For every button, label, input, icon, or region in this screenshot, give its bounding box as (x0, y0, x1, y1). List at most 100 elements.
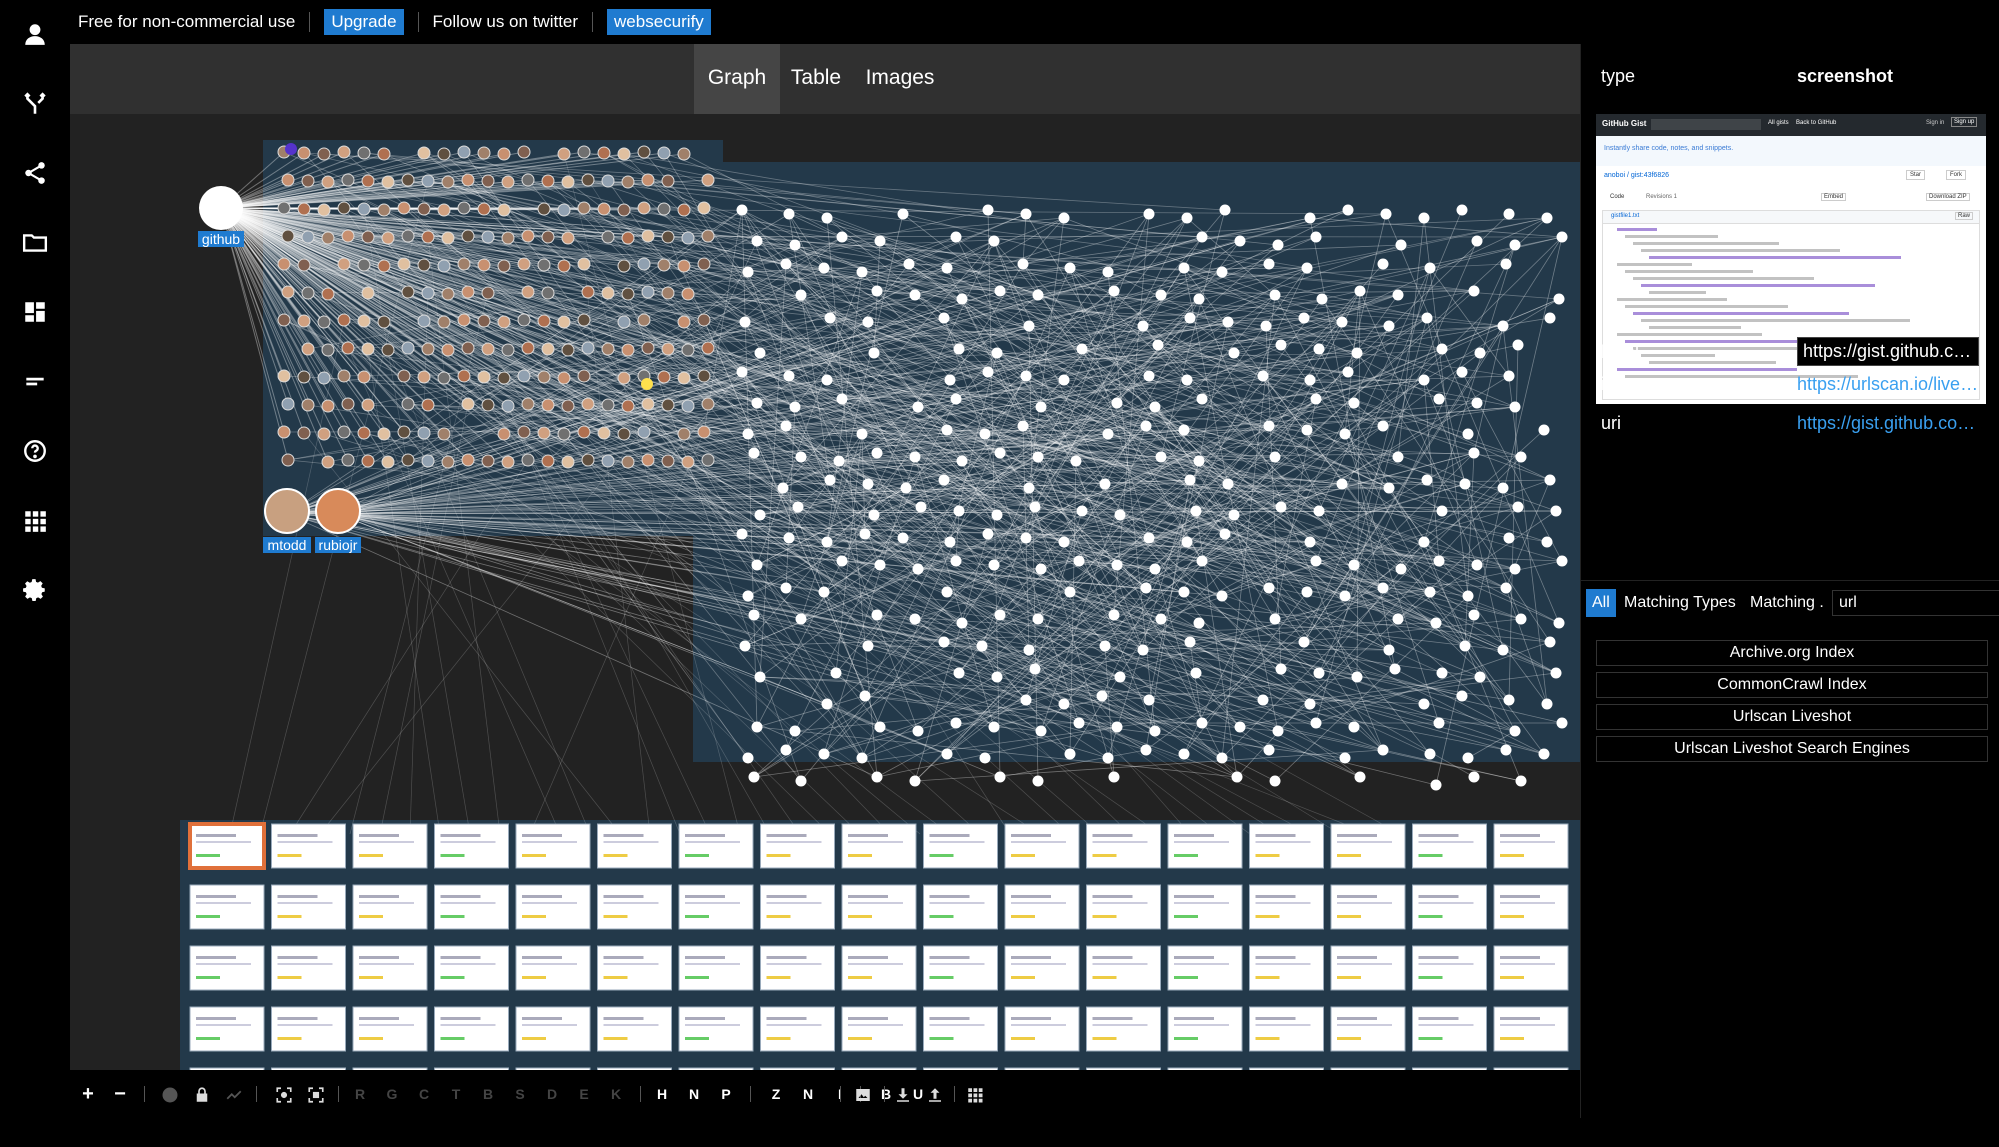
url-node[interactable] (1500, 582, 1512, 594)
avatar-node[interactable] (677, 259, 691, 273)
avatar-node[interactable] (601, 342, 615, 356)
avatar-node[interactable] (521, 397, 535, 411)
screenshot-thumbnail[interactable] (1167, 1006, 1243, 1052)
url-node[interactable] (950, 555, 962, 567)
url-node[interactable] (912, 563, 924, 575)
avatar-node[interactable] (541, 398, 555, 412)
url-node[interactable] (897, 532, 909, 544)
thumbnail-line[interactable] (603, 963, 659, 965)
url-node[interactable] (1348, 721, 1360, 733)
avatar-node[interactable] (337, 425, 351, 439)
avatar-node[interactable] (537, 314, 551, 328)
url-node[interactable] (1462, 590, 1474, 602)
avatar-node[interactable] (637, 257, 651, 271)
avatar-node[interactable] (457, 257, 471, 271)
toolbar-letter-button[interactable]: C (414, 1082, 434, 1106)
avatar-node[interactable] (437, 259, 451, 273)
url-node[interactable] (1474, 347, 1486, 359)
url-node[interactable] (1178, 262, 1190, 274)
avatar-node[interactable] (697, 369, 711, 383)
rubiojr-node[interactable] (315, 488, 361, 534)
url-node[interactable] (938, 636, 950, 648)
avatar-node[interactable] (621, 175, 635, 189)
screenshot-thumbnail[interactable] (1412, 945, 1487, 991)
url-node[interactable] (736, 204, 748, 216)
avatar-node[interactable] (377, 147, 391, 161)
screenshot-thumbnail[interactable] (1249, 823, 1324, 869)
url-node[interactable] (1140, 582, 1152, 594)
screenshot-thumbnail[interactable] (1086, 1006, 1161, 1052)
url-node[interactable] (871, 447, 883, 459)
thumbnail-line[interactable] (685, 854, 709, 857)
url-node[interactable] (903, 258, 915, 270)
thumbnail-line[interactable] (766, 902, 822, 904)
list-icon[interactable] (17, 363, 53, 399)
screenshot-thumbnail[interactable] (1004, 884, 1080, 930)
screenshot-thumbnail[interactable] (1493, 884, 1569, 930)
avatar-node[interactable] (637, 313, 651, 327)
avatar-node[interactable] (461, 453, 475, 467)
url-node[interactable] (1456, 204, 1468, 216)
thumbnail-line[interactable] (848, 1024, 903, 1026)
url-node[interactable] (1556, 231, 1568, 243)
avatar-node[interactable] (661, 454, 675, 468)
url-node[interactable] (1272, 725, 1284, 737)
thumbnail-line[interactable] (929, 1017, 970, 1020)
thumbnail-line[interactable] (603, 902, 659, 904)
thumbnail-line[interactable] (766, 854, 791, 857)
url-node[interactable] (1418, 536, 1430, 548)
url-node[interactable] (1383, 482, 1395, 494)
avatar-node[interactable] (361, 174, 375, 188)
url-node[interactable] (1035, 563, 1047, 575)
screenshot-thumbnail[interactable] (434, 1006, 509, 1052)
thumbnail-line[interactable] (1337, 915, 1361, 918)
avatar-node[interactable] (517, 425, 531, 439)
thumbnail-line[interactable] (1337, 1017, 1377, 1020)
thumbnail-line[interactable] (1092, 834, 1133, 837)
thumbnail-line[interactable] (1418, 956, 1459, 959)
thumbnail-line[interactable] (196, 902, 251, 904)
url-node[interactable] (856, 752, 868, 764)
avatar-node[interactable] (541, 230, 555, 244)
url-node[interactable] (1029, 663, 1041, 675)
avatar-node[interactable] (577, 201, 591, 215)
thumbnail-line[interactable] (848, 963, 903, 965)
url-node[interactable] (1181, 374, 1193, 386)
avatar-node[interactable] (457, 313, 471, 327)
thumbnail-line[interactable] (1337, 841, 1392, 843)
url-node[interactable] (1114, 509, 1126, 521)
url-node[interactable] (941, 748, 953, 760)
avatar-node[interactable] (617, 259, 631, 273)
url-node[interactable] (868, 509, 880, 521)
screenshot-thumbnail[interactable] (352, 823, 428, 869)
screenshot-thumbnail[interactable] (352, 945, 428, 991)
url-node[interactable] (1111, 721, 1123, 733)
avatar-node[interactable] (677, 315, 691, 329)
avatar-node[interactable] (381, 175, 395, 189)
screenshot-thumbnail[interactable] (1412, 1006, 1487, 1052)
url-node[interactable] (821, 374, 833, 386)
avatar-node[interactable] (497, 427, 511, 441)
thumbnail-line[interactable] (1174, 915, 1198, 918)
screenshot-thumbnail[interactable] (841, 1006, 917, 1052)
avatar-node[interactable] (481, 342, 495, 356)
url-node[interactable] (1023, 482, 1035, 494)
url-node[interactable] (736, 366, 748, 378)
avatar-node[interactable] (477, 314, 491, 328)
thumbnail-line[interactable] (1418, 1024, 1474, 1026)
thumbnail-line[interactable] (1011, 915, 1035, 918)
url-node[interactable] (1032, 289, 1044, 301)
thumbnail-line[interactable] (440, 854, 465, 857)
user-icon[interactable] (17, 16, 53, 52)
thumbnail-line[interactable] (1174, 956, 1214, 959)
url-node[interactable] (1193, 617, 1205, 629)
url-node[interactable] (1234, 235, 1246, 247)
avatar-node[interactable] (317, 427, 331, 441)
avatar-node[interactable] (441, 175, 455, 189)
url-node[interactable] (1035, 401, 1047, 413)
thumbnail-line[interactable] (277, 963, 333, 965)
url-node[interactable] (1468, 447, 1480, 459)
thumbnail-line[interactable] (1092, 854, 1117, 857)
merge-icon[interactable] (17, 86, 53, 122)
avatar-node[interactable] (661, 230, 675, 244)
